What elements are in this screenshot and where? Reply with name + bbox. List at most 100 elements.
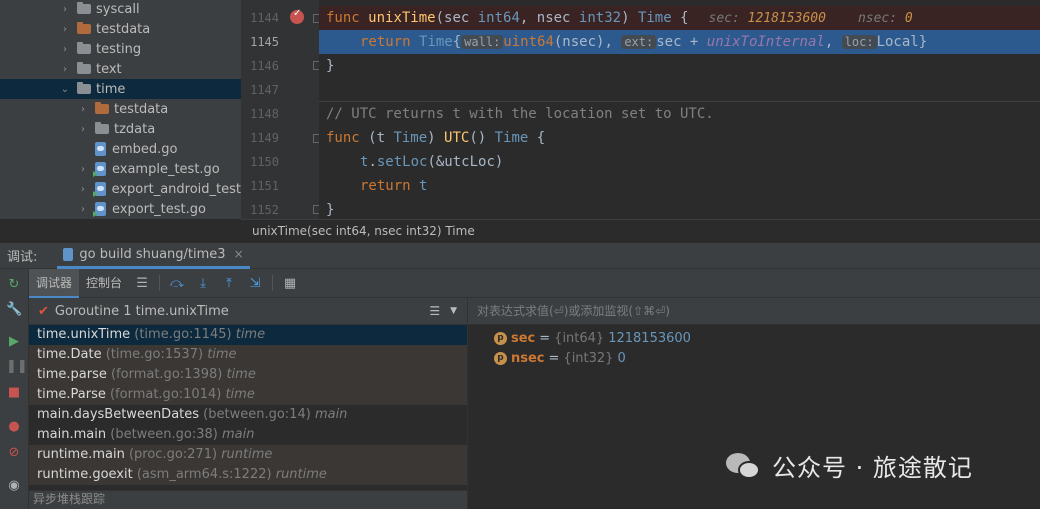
chevron-right-icon[interactable]: › [77, 164, 89, 175]
stack-frame[interactable]: time.unixTime (time.go:1145) time [29, 325, 467, 345]
tree-item-syscall[interactable]: › syscall [0, 0, 241, 19]
chevron-right-icon[interactable]: › [59, 24, 71, 35]
code-token: (&utcLoc) [427, 154, 504, 170]
code-line-1149[interactable]: func (t Time) UTC() Time { [319, 126, 1040, 150]
chevron-down-icon[interactable]: ▼ [450, 306, 457, 316]
step-into-icon[interactable]: ⤓ [190, 276, 216, 291]
evaluate-expression-input[interactable]: 对表达式求值(⏎)或添加监视(⇧⌘⏎) [468, 298, 1040, 325]
table-icon[interactable]: ▦ [277, 276, 303, 291]
close-icon[interactable]: × [234, 247, 244, 261]
parameter-icon: p [494, 331, 507, 345]
goroutine-selector[interactable]: ✔ Goroutine 1 time.unixTime ☰ ▼ [29, 298, 467, 325]
folder-icon [77, 42, 91, 54]
tree-item-tzdata[interactable]: › tzdata [0, 119, 241, 139]
code-token: unixToInternal [706, 34, 825, 50]
tree-item-testing[interactable]: › testing [0, 39, 241, 59]
tree-item-testdata[interactable]: › testdata [0, 19, 241, 39]
tree-item-time[interactable]: ⌄ time [0, 79, 241, 99]
frame-location: (format.go:1398) [110, 367, 223, 382]
run-to-cursor-icon[interactable]: ⇲ [242, 276, 268, 291]
tree-item-label: text [96, 61, 122, 77]
tab-console[interactable]: 控制台 [79, 269, 129, 298]
chevron-right-icon[interactable]: › [77, 124, 89, 135]
list-icon[interactable]: ☰ [129, 276, 155, 291]
camera-icon[interactable]: ◉ [6, 478, 22, 494]
stack-frame[interactable]: time.parse (format.go:1398) time [29, 365, 467, 385]
pause-icon[interactable]: ❚❚ [6, 359, 28, 375]
tree-item-label: example_test.go [112, 161, 220, 177]
editor-gutter[interactable]: 1144 1145 1146 1147 1148 1149 1150 1151 … [241, 0, 322, 219]
tree-item-label: testdata [96, 21, 151, 37]
debug-tool-window-header: 调试: go build shuang/time3 × [0, 243, 1040, 269]
code-token: , nsec [519, 10, 579, 26]
tree-item-embed-go[interactable]: embed.go [0, 139, 241, 159]
chevron-right-icon[interactable]: › [59, 44, 71, 55]
step-out-icon[interactable]: ⤒ [216, 276, 242, 291]
code-line-1148[interactable]: // UTC returns t with the location set t… [319, 102, 1040, 126]
code-token: ) [621, 10, 638, 26]
variable-row[interactable]: p nsec = {int32} 0 [468, 348, 1040, 368]
stack-frame[interactable]: time.Parse (format.go:1014) time [29, 385, 467, 405]
stack-frame[interactable]: time.Date (time.go:1537) time [29, 345, 467, 365]
frame-package: time [225, 387, 255, 402]
variable-name: sec [511, 330, 536, 346]
step-over-icon[interactable]: ⤼ [164, 276, 190, 291]
wrench-icon[interactable]: 🔧 [6, 302, 22, 318]
code-token: Local} [876, 34, 928, 50]
code-token: unixTime [368, 10, 436, 26]
rerun-icon[interactable]: ↻ [6, 277, 22, 293]
chevron-right-icon[interactable]: › [59, 64, 71, 75]
watermark-text: 公众号 · 旅途散记 [772, 454, 973, 482]
run-config-tab[interactable]: go build shuang/time3 × [57, 243, 250, 269]
stack-frame[interactable]: main.daysBetweenDates (between.go:14) ma… [29, 405, 467, 425]
tree-item-label: export_android_test [111, 181, 241, 197]
equals-sign: = [548, 350, 560, 366]
line-number: 1145 [250, 35, 279, 49]
code-token: uint64 [503, 34, 554, 50]
chevron-down-icon[interactable]: ⌄ [59, 84, 71, 95]
stop-icon[interactable]: ■ [6, 385, 22, 401]
chevron-right-icon[interactable]: › [77, 104, 89, 115]
code-token: Time [637, 10, 672, 26]
mute-breakpoints-icon[interactable]: ⊘ [6, 445, 22, 461]
view-breakpoints-icon[interactable]: ● [6, 419, 22, 435]
tree-item-example-test[interactable]: › example_test.go [0, 159, 241, 179]
code-token: ) [427, 130, 445, 146]
async-stack-trace-toggle[interactable]: 异步堆栈跟踪 [29, 490, 467, 509]
menu-icon[interactable]: ☰ [429, 304, 440, 318]
variable-value: 0 [617, 350, 626, 366]
debug-side-toolbar: ↻ 🔧 ▶ ❚❚ ■ ● ⊘ ◉ [0, 269, 29, 509]
stack-frame[interactable]: runtime.goexit (asm_arm64.s:1222) runtim… [29, 465, 467, 485]
variable-row[interactable]: p sec = {int64} 1218153600 [468, 328, 1040, 348]
function-signature-breadcrumb[interactable]: unixTime(sec int64, nsec int32) Time [241, 219, 1040, 243]
code-line-1147[interactable] [319, 78, 1040, 102]
code-token: t [419, 178, 428, 194]
tree-item-export-test[interactable]: › export_test.go [0, 199, 241, 219]
code-editor[interactable]: func unixTime(sec int64, nsec int32) Tim… [319, 0, 1040, 219]
line-number: 1150 [250, 155, 279, 169]
chevron-right-icon[interactable]: › [59, 4, 71, 15]
resume-icon[interactable]: ▶ [6, 334, 22, 350]
code-line-1144[interactable]: func unixTime(sec int64, nsec int32) Tim… [319, 6, 1040, 30]
frame-name: time.Parse [37, 387, 106, 402]
toolbar-divider [272, 275, 274, 291]
code-token: (sec [435, 10, 478, 26]
go-file-icon [95, 142, 106, 156]
tab-debugger[interactable]: 调试器 [29, 268, 80, 298]
stack-frame[interactable]: main.main (between.go:38) main [29, 425, 467, 445]
code-token: func [326, 130, 369, 146]
chevron-right-icon[interactable]: › [77, 184, 89, 195]
tree-item-text[interactable]: › text [0, 59, 241, 79]
code-line-1150[interactable]: t.setLoc(&utcLoc) [319, 150, 1040, 174]
code-line-1146[interactable]: } [319, 54, 1040, 78]
stack-frame[interactable]: runtime.main (proc.go:271) runtime [29, 445, 467, 465]
code-line-1152[interactable]: } [319, 198, 1040, 219]
code-line-1145[interactable]: return Time{wall: uint64(nsec), ext: sec +… [319, 30, 1040, 54]
chevron-right-icon[interactable]: › [77, 204, 89, 215]
tree-item-time-testdata[interactable]: › testdata [0, 99, 241, 119]
code-token: return [360, 34, 420, 50]
breakpoint-icon[interactable] [290, 8, 304, 24]
frame-location: (format.go:1014) [109, 387, 222, 402]
tree-item-export-android-test[interactable]: › export_android_test [0, 179, 241, 199]
code-line-1151[interactable]: return t [319, 174, 1040, 198]
